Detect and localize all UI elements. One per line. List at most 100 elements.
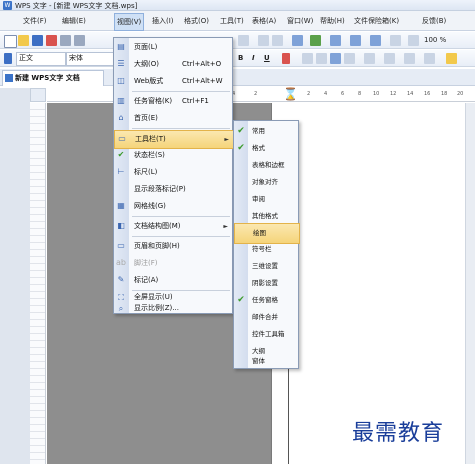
tab-selector[interactable] <box>30 88 46 102</box>
document-tab-bar: 新建 WPS文字 文档 <box>0 69 475 86</box>
menu-item-label: 工具栏(T) <box>135 135 166 143</box>
check-icon: ✔ <box>237 143 245 153</box>
menu-item-task-pane[interactable]: ▥ 任务窗格(K) Ctrl+F1 <box>114 93 232 110</box>
home-icon: ⌂ <box>118 113 124 122</box>
numbering-icon[interactable] <box>384 53 395 64</box>
menu-file-protect[interactable]: 文件保险箱(K) <box>352 13 401 29</box>
menu-item-zoom[interactable]: ⌕ 显示比例(Z)... <box>114 303 232 314</box>
styles-icon[interactable] <box>4 53 12 64</box>
docmap-icon: ◧ <box>117 221 125 230</box>
menu-item-label: 全屏显示(U) <box>134 293 173 301</box>
bold-button[interactable]: B <box>238 52 243 65</box>
submenu-item-label: 窗体 <box>252 357 265 365</box>
menu-item-markup[interactable]: ✎ 标记(A) <box>114 272 232 289</box>
menu-item-label: 显示比例(Z)... <box>134 304 179 312</box>
menu-item-status-bar[interactable]: ✔ 状态栏(S) <box>114 147 232 164</box>
new-doc-icon[interactable] <box>4 35 17 48</box>
align-left-icon[interactable] <box>302 53 313 64</box>
document-icon <box>5 74 13 82</box>
menu-item-label: 页眉和页脚(H) <box>134 242 180 250</box>
menu-item-label: 标尺(L) <box>134 168 158 176</box>
menu-item-label: 首页(E) <box>134 114 158 122</box>
open-folder-icon[interactable] <box>18 35 29 46</box>
menu-item-outline[interactable]: ☰ 大纲(O) Ctrl+Alt+O <box>114 56 232 73</box>
zoom-icon[interactable] <box>408 35 419 46</box>
bullets-icon[interactable] <box>404 53 415 64</box>
align-justify-icon[interactable] <box>330 53 341 64</box>
menu-item-label: 大纲(O) <box>134 60 159 68</box>
menu-format[interactable]: 格式(O) <box>182 13 211 29</box>
menu-item-shortcut: Ctrl+F1 <box>182 97 209 105</box>
menu-separator <box>132 128 230 129</box>
preview-icon[interactable] <box>74 35 85 46</box>
footnote-icon: ab <box>116 258 126 267</box>
font-combo[interactable]: 宋体 <box>66 52 116 66</box>
menu-item-home[interactable]: ⌂ 首页(E) <box>114 110 232 127</box>
indent-icon[interactable] <box>424 53 435 64</box>
underline-button[interactable]: U <box>264 52 270 65</box>
vertical-ruler[interactable] <box>30 103 46 464</box>
menu-item-ruler[interactable]: ⊢ 标尺(L) <box>114 164 232 181</box>
drawing-icon[interactable] <box>370 35 381 46</box>
menu-item-fullscreen[interactable]: ⛶ 全屏显示(U) <box>114 292 232 303</box>
outline-icon: ☰ <box>117 59 125 68</box>
menu-feedback[interactable]: 反馈(B) <box>420 13 448 29</box>
menu-item-label: 脚注(F) <box>134 259 158 267</box>
document-tab-label: 新建 WPS文字 文档 <box>15 74 80 82</box>
zoom-value[interactable]: 100 % <box>424 34 446 47</box>
menu-item-show-paragraph-marks[interactable]: 显示段落标记(P) <box>114 181 232 198</box>
menu-item-page-view[interactable]: ▤ 页面(L) <box>114 39 232 56</box>
menu-help[interactable]: 帮助(H) <box>318 13 347 29</box>
submenu-item-forms[interactable]: 窗体 <box>234 354 298 368</box>
check-icon: ✔ <box>237 295 245 305</box>
ruler-tick: 18 <box>441 91 448 97</box>
menu-item-web-layout[interactable]: ◫ Web版式 Ctrl+Alt+W <box>114 73 232 90</box>
columns-icon[interactable] <box>330 35 341 46</box>
document-tab[interactable]: 新建 WPS文字 文档 <box>2 70 104 86</box>
vertical-scrollbar[interactable] <box>465 103 475 464</box>
check-icon: ✔ <box>117 150 125 159</box>
horizontal-ruler[interactable]: 4 2 ⌛ 2 4 6 8 10 12 14 16 18 20 <box>47 88 475 102</box>
menu-window[interactable]: 窗口(W) <box>285 13 315 29</box>
insert-table-icon[interactable] <box>292 35 303 46</box>
pdf-export-icon[interactable] <box>46 35 57 46</box>
formatting-toolbar: 正文 宋体 B I U <box>0 50 475 67</box>
menu-item-header-footer[interactable]: ▭ 页眉和页脚(H) <box>114 238 232 255</box>
taskpane-icon: ▥ <box>117 96 125 105</box>
header-icon: ▭ <box>117 241 125 250</box>
ruler-tick: 8 <box>358 91 362 97</box>
menu-view[interactable]: 视图(V) <box>114 13 145 31</box>
highlight-icon[interactable] <box>446 53 457 64</box>
show-marks-icon[interactable] <box>390 35 401 46</box>
wps-logo-icon: W <box>3 1 12 10</box>
indent-marker-icon[interactable]: ⌛ <box>283 88 298 100</box>
align-right-icon[interactable] <box>344 53 355 64</box>
menu-insert[interactable]: 插入(I) <box>150 13 176 29</box>
watermark-text: 最需教育 <box>352 421 445 446</box>
redo-icon[interactable] <box>272 35 283 46</box>
chart-icon[interactable] <box>350 35 361 46</box>
menu-separator <box>132 290 230 291</box>
menu-item-label: 标记(A) <box>134 276 159 284</box>
document-page[interactable] <box>271 103 475 464</box>
format-painter-icon[interactable] <box>238 35 249 46</box>
save-icon[interactable] <box>32 35 43 46</box>
menu-file[interactable]: 文件(F) <box>21 13 49 29</box>
line-spacing-icon[interactable] <box>364 53 375 64</box>
menu-tools[interactable]: 工具(T) <box>218 13 246 29</box>
undo-icon[interactable] <box>258 35 269 46</box>
menu-item-document-map[interactable]: ◧ 文档结构图(M) ► <box>114 218 232 235</box>
style-combo[interactable]: 正文 <box>16 52 66 66</box>
italic-button[interactable]: I <box>252 52 255 65</box>
menu-table[interactable]: 表格(A) <box>250 13 278 29</box>
print-icon[interactable] <box>60 35 71 46</box>
insert-formula-icon[interactable] <box>310 35 321 46</box>
menu-item-gridlines[interactable]: ▦ 网格线(G) <box>114 198 232 215</box>
align-center-icon[interactable] <box>316 53 327 64</box>
menu-edit[interactable]: 编辑(E) <box>60 13 88 29</box>
menu-item-label: 状态栏(S) <box>134 151 165 159</box>
ruler-tick: 10 <box>373 91 380 97</box>
view-menu-dropdown: ▤ 页面(L) ☰ 大纲(O) Ctrl+Alt+O ◫ Web版式 Ctrl+… <box>113 37 234 314</box>
font-color-icon[interactable] <box>282 53 290 64</box>
toolbars-submenu: ✔ 常用 ✔ 格式 表格和边框 对象对齐 审阅 其他格式 绘图 符号栏 三维设置… <box>233 120 300 369</box>
